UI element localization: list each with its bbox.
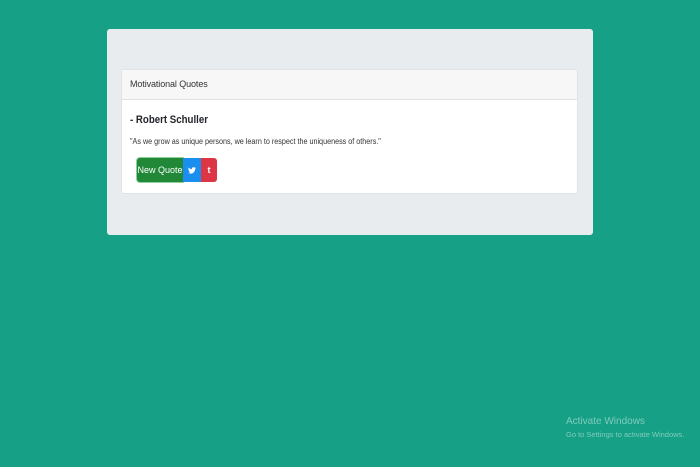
card-header: Motivational Quotes xyxy=(122,70,577,100)
tumblr-button[interactable]: t xyxy=(201,158,217,182)
tweet-button[interactable] xyxy=(183,158,201,182)
watermark-title: Activate Windows xyxy=(566,416,645,427)
quote-container: Motivational Quotes - Robert Schuller "A… xyxy=(107,29,593,235)
quote-text: "As we grow as unique persons, we learn … xyxy=(130,137,381,146)
new-quote-button[interactable]: New Quote xyxy=(137,158,183,182)
button-group: New Quote t xyxy=(137,158,217,184)
watermark-subtitle: Go to Settings to activate Windows. xyxy=(566,430,685,439)
windows-activation-watermark: Activate Windows Go to Settings to activ… xyxy=(566,416,684,439)
quote-author: - Robert Schuller xyxy=(130,114,208,126)
quote-card: Motivational Quotes - Robert Schuller "A… xyxy=(121,69,578,194)
twitter-icon xyxy=(188,166,196,174)
tumblr-icon: t xyxy=(207,165,211,175)
